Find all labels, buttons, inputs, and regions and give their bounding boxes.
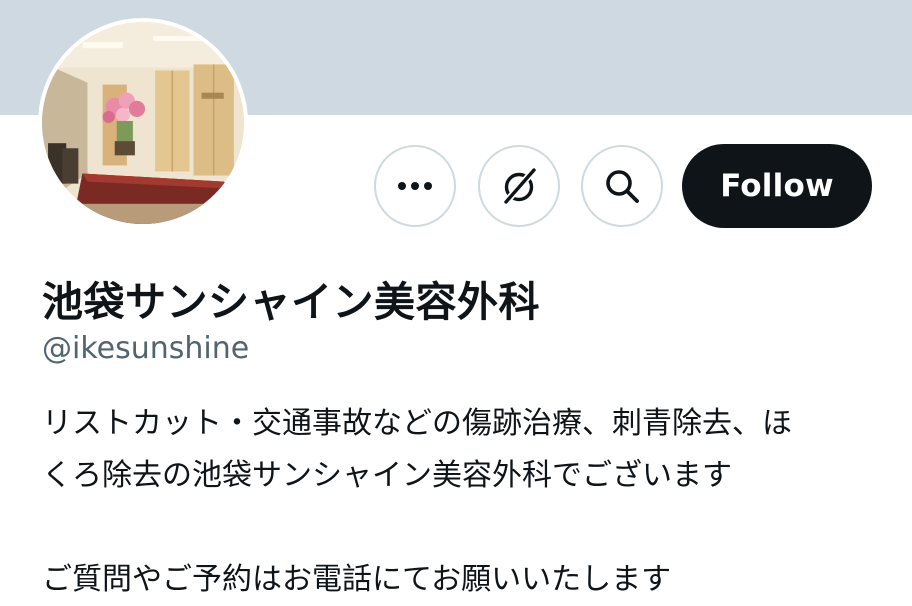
grok-button[interactable] — [478, 145, 560, 227]
bio-line: ご質問やご予約はお電話にてお願いいたします — [42, 562, 672, 597]
follow-button[interactable]: Follow — [682, 144, 872, 228]
bio-line: くろ除去の池袋サンシャイン美容外科でございます — [42, 458, 732, 493]
profile-page: Follow 池袋サンシャイン美容外科 @ikesunshine リストカット・… — [0, 0, 912, 606]
more-button[interactable] — [374, 145, 456, 227]
clinic-interior-photo — [42, 22, 244, 224]
search-icon — [606, 170, 639, 203]
search-button[interactable] — [581, 145, 663, 227]
profile-handle: @ikesunshine — [42, 331, 250, 366]
profile-bio: リストカット・交通事故などの傷跡治療、刺青除去、ほ くろ除去の池袋サンシャイン美… — [42, 398, 872, 606]
more-horizontal-icon — [398, 182, 432, 190]
profile-avatar[interactable] — [38, 18, 248, 228]
grok-icon — [503, 167, 537, 205]
display-name: 池袋サンシャイン美容外科 — [42, 278, 540, 326]
bio-line: リストカット・交通事故などの傷跡治療、刺青除去、ほ — [42, 406, 792, 441]
bio-spacer — [42, 502, 872, 554]
